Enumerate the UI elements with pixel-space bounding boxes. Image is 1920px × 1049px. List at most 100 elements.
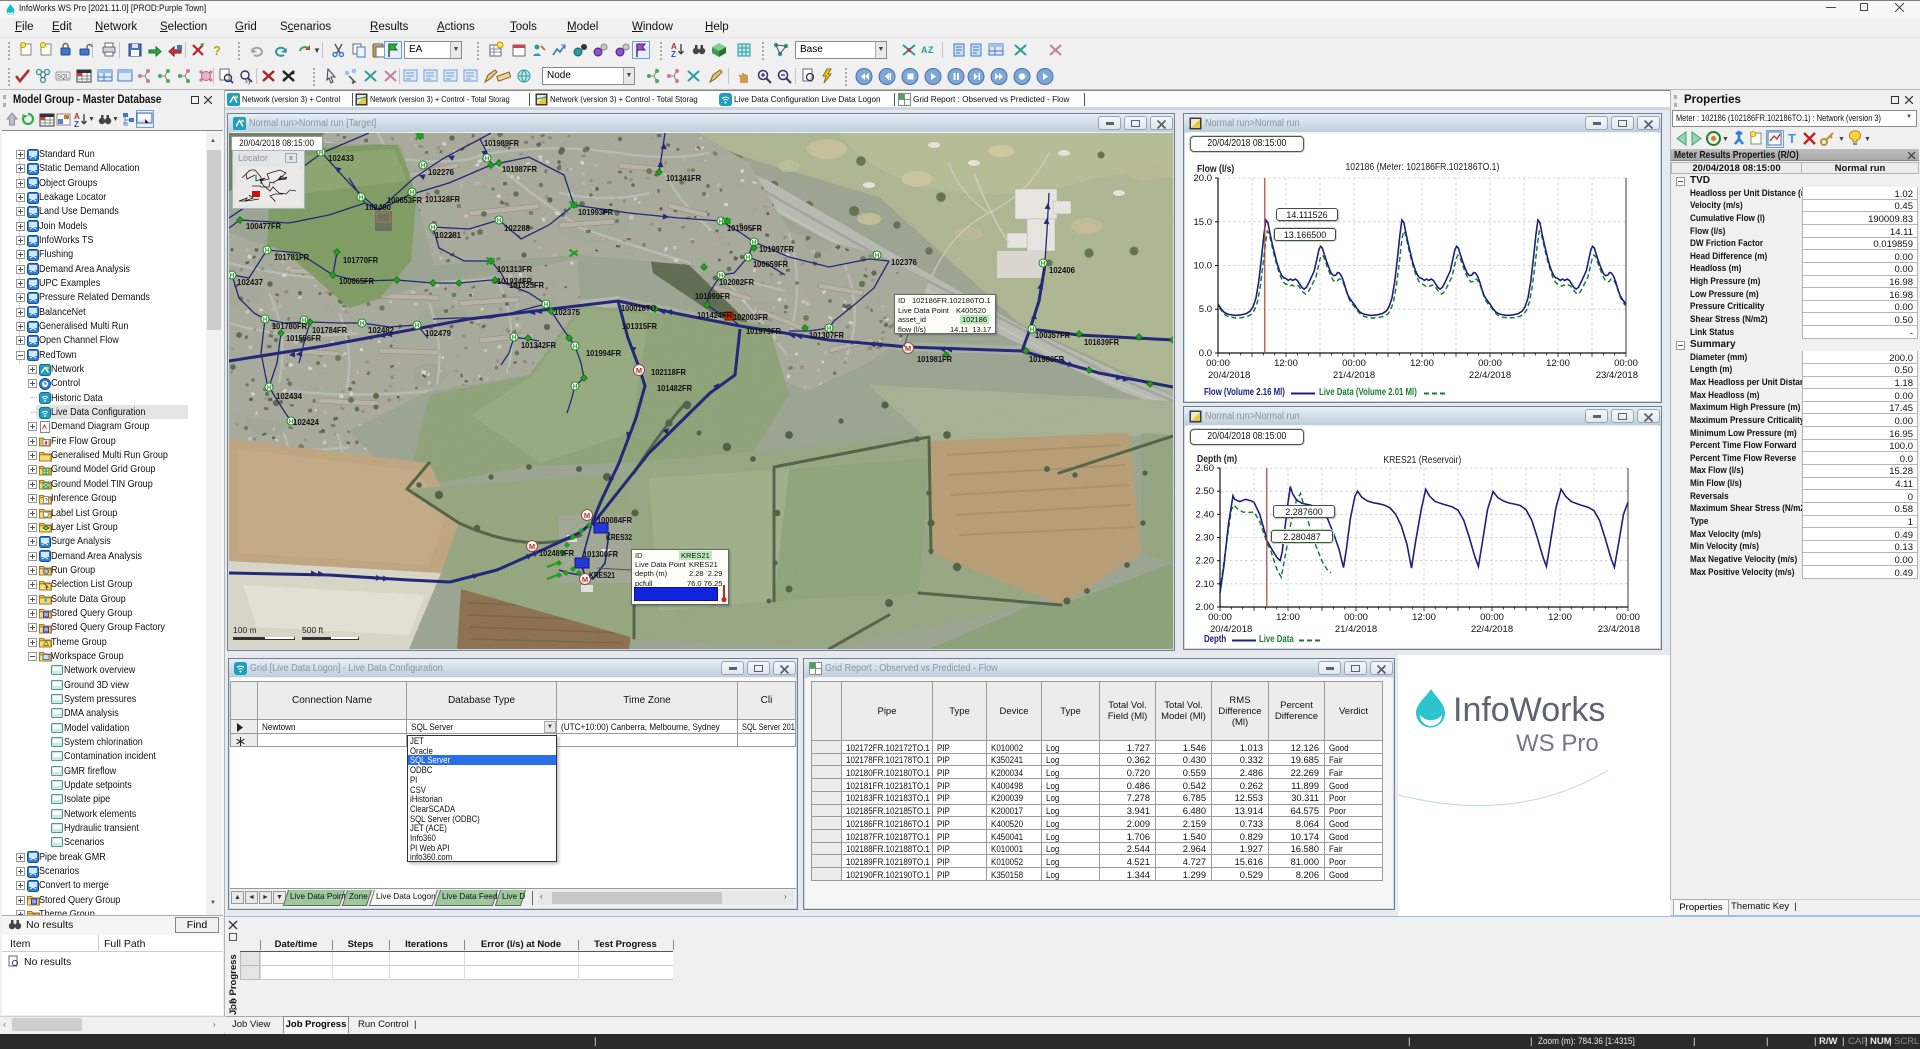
svg-text:102479: 102479 xyxy=(425,328,451,338)
svg-text:xy: xy xyxy=(245,79,251,85)
svg-text:2.50: 2.50 xyxy=(1196,486,1215,497)
svg-text:101993FR: 101993FR xyxy=(578,207,613,217)
svg-text:H: H xyxy=(746,255,750,261)
svg-text:101328FR: 101328FR xyxy=(425,194,460,204)
svg-text:20.0: 20.0 xyxy=(1194,173,1213,184)
svg-text:102434: 102434 xyxy=(276,391,302,401)
svg-text:10.0: 10.0 xyxy=(1194,261,1213,272)
svg-text:2.60: 2.60 xyxy=(1196,463,1215,474)
svg-text:101781FR: 101781FR xyxy=(274,252,309,262)
svg-text:12:00: 12:00 xyxy=(1274,358,1298,369)
svg-text:H: H xyxy=(573,344,577,350)
svg-text:00:00: 00:00 xyxy=(1480,612,1504,623)
svg-text:H: H xyxy=(267,385,271,391)
svg-text:100357FR: 100357FR xyxy=(1035,330,1070,340)
svg-text:101980FR: 101980FR xyxy=(1029,354,1064,364)
svg-text:101979FR: 101979FR xyxy=(746,326,781,336)
svg-text:00:00: 00:00 xyxy=(1206,358,1230,369)
svg-text:101934FR: 101934FR xyxy=(497,276,532,286)
svg-text:H: H xyxy=(497,218,501,224)
svg-text:H: H xyxy=(359,195,363,201)
svg-text:M: M xyxy=(529,542,535,551)
svg-text:100477FR: 100477FR xyxy=(246,221,281,231)
svg-text:H: H xyxy=(544,302,548,308)
svg-text:Z: Z xyxy=(671,50,676,59)
svg-text:12:00: 12:00 xyxy=(1410,358,1434,369)
svg-text:00:00: 00:00 xyxy=(1344,612,1368,623)
svg-text:A: A xyxy=(921,45,928,55)
svg-text:101313FR: 101313FR xyxy=(497,264,532,274)
svg-text:100659FR: 100659FR xyxy=(753,259,788,269)
svg-text:101997FR: 101997FR xyxy=(759,244,794,254)
svg-text:00:00: 00:00 xyxy=(1616,612,1640,623)
svg-text:102003FR: 102003FR xyxy=(733,312,768,322)
svg-text:23/4/2018: 23/4/2018 xyxy=(1598,624,1640,635)
svg-text:Z: Z xyxy=(74,120,79,129)
svg-text:102002FR: 102002FR xyxy=(719,277,754,287)
svg-text:100084FR: 100084FR xyxy=(597,515,632,525)
svg-text:102424: 102424 xyxy=(293,417,319,427)
svg-text:102375: 102375 xyxy=(554,307,580,317)
svg-text:101995FR: 101995FR xyxy=(727,223,762,233)
svg-text:M: M xyxy=(584,511,590,520)
svg-text:M: M xyxy=(636,366,642,375)
svg-text:12:00: 12:00 xyxy=(1412,612,1436,623)
svg-text:101342FR: 101342FR xyxy=(521,340,556,350)
svg-text:00:00: 00:00 xyxy=(1478,358,1502,369)
svg-text:H: H xyxy=(263,317,267,323)
svg-text:101315FR: 101315FR xyxy=(622,321,657,331)
svg-text:M: M xyxy=(582,575,588,584)
svg-text:102281: 102281 xyxy=(435,230,461,240)
svg-text:101981FR: 101981FR xyxy=(917,354,952,364)
svg-text:2.20: 2.20 xyxy=(1196,556,1215,567)
svg-text:2.30: 2.30 xyxy=(1196,533,1215,544)
svg-text:H: H xyxy=(230,273,234,279)
svg-text:Z: Z xyxy=(928,45,934,55)
svg-text:2.40: 2.40 xyxy=(1196,509,1215,520)
svg-text:102489FR: 102489FR xyxy=(539,548,574,558)
svg-text:102276: 102276 xyxy=(428,167,454,177)
svg-text:101307FR: 101307FR xyxy=(809,330,844,340)
svg-text:H: H xyxy=(485,156,489,162)
svg-text:H: H xyxy=(875,253,879,259)
svg-text:00:00: 00:00 xyxy=(1614,358,1638,369)
svg-text:101556FR: 101556FR xyxy=(286,333,321,343)
svg-text:2.10: 2.10 xyxy=(1196,579,1215,590)
svg-text:102482: 102482 xyxy=(368,325,394,335)
svg-text:101300FR: 101300FR xyxy=(583,549,618,559)
svg-text:21/4/2018: 21/4/2018 xyxy=(1333,370,1375,381)
svg-text:H: H xyxy=(265,248,269,254)
svg-text:100018TO: 100018TO xyxy=(621,303,656,313)
svg-text:H: H xyxy=(1041,261,1045,267)
svg-text:KRES32: KRES32 xyxy=(606,532,632,542)
svg-text:5.0: 5.0 xyxy=(1199,304,1212,315)
svg-text:101770FR: 101770FR xyxy=(343,255,378,265)
svg-text:101990FR: 101990FR xyxy=(695,291,730,301)
svg-text:101639FR: 101639FR xyxy=(1084,337,1119,347)
svg-text:H: H xyxy=(360,321,364,327)
svg-text:SQL: SQL xyxy=(57,75,70,81)
svg-text:22/4/2018: 22/4/2018 xyxy=(1469,370,1511,381)
svg-text:15.0: 15.0 xyxy=(1194,217,1213,228)
svg-text:101341FR: 101341FR xyxy=(666,173,701,183)
svg-text:101989FR: 101989FR xyxy=(484,138,519,148)
svg-text:H: H xyxy=(319,150,323,156)
svg-text:101424FR: 101424FR xyxy=(697,310,732,320)
svg-text:102118FR: 102118FR xyxy=(651,367,686,377)
svg-text:WS Pro: WS Pro xyxy=(1516,730,1599,757)
svg-text:102288: 102288 xyxy=(504,223,530,233)
svg-text:00:00: 00:00 xyxy=(1342,358,1366,369)
svg-text:12:00: 12:00 xyxy=(1276,612,1300,623)
svg-text:00:00: 00:00 xyxy=(1208,612,1232,623)
svg-text:102437: 102437 xyxy=(237,277,263,287)
svg-text:H: H xyxy=(415,323,419,329)
svg-text:12:00: 12:00 xyxy=(1546,358,1570,369)
svg-text:102433: 102433 xyxy=(328,153,354,163)
svg-text:102376: 102376 xyxy=(891,257,917,267)
svg-text:101994FR: 101994FR xyxy=(586,348,621,358)
svg-text:101780FR: 101780FR xyxy=(272,321,307,331)
svg-text:H: H xyxy=(1030,327,1034,333)
svg-text:22/4/2018: 22/4/2018 xyxy=(1471,624,1513,635)
svg-text:101482FR: 101482FR xyxy=(657,383,692,393)
svg-text:H: H xyxy=(512,335,516,341)
